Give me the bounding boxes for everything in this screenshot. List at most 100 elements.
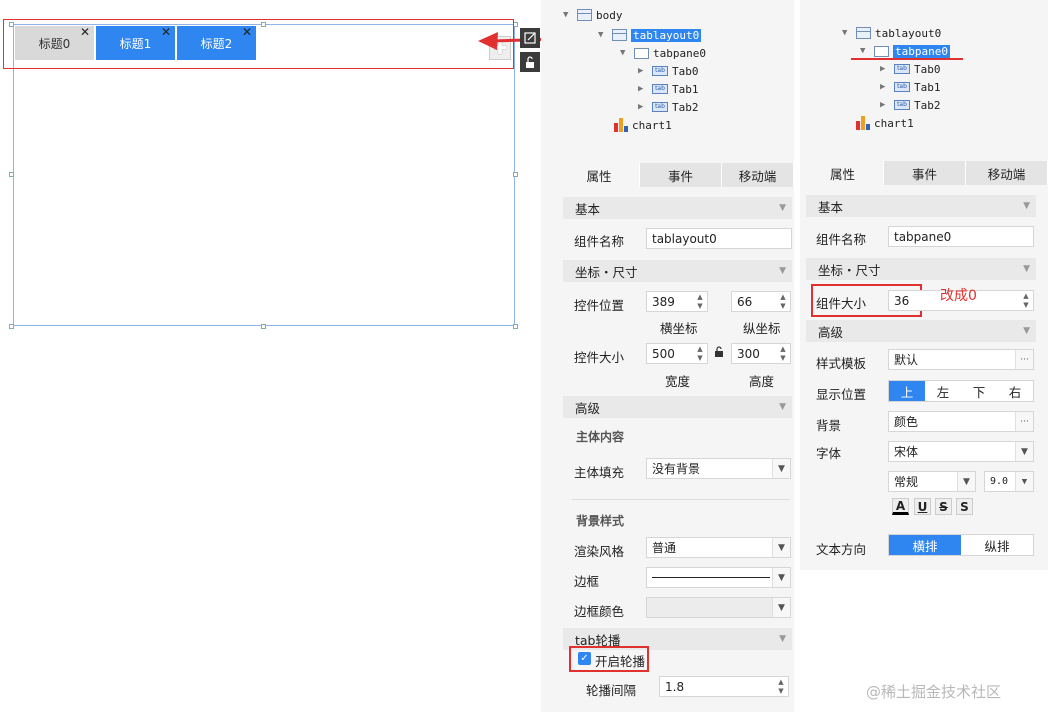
tab-properties[interactable]: 属性 xyxy=(802,161,884,185)
tab-properties[interactable]: 属性 xyxy=(559,163,640,187)
chevron-down-icon[interactable]: ▼ xyxy=(772,568,790,587)
chevron-down-icon[interactable]: ▼ xyxy=(1015,442,1033,461)
border-color-select[interactable]: ▼ xyxy=(646,597,791,618)
layout-icon xyxy=(612,29,627,41)
tree-item-tab1[interactable]: ▶ tab Tab1 xyxy=(638,81,699,97)
carousel-enable-label[interactable]: 开启轮播 xyxy=(595,651,645,670)
template-select[interactable]: 默认 ··· xyxy=(888,349,1034,370)
border-select[interactable]: ▼ xyxy=(646,567,791,588)
tree-item-tabpane0[interactable]: ▼ tabpane0 xyxy=(860,43,950,59)
chevron-down-icon[interactable]: ▼ xyxy=(772,598,790,617)
stepper-icon[interactable]: ▲ ▼ xyxy=(777,293,789,310)
tab-icon: tab xyxy=(652,102,668,112)
render-select[interactable]: 普通 ▼ xyxy=(646,537,791,558)
section-basic[interactable]: 基本 ▼ xyxy=(563,197,792,219)
display-bottom-option[interactable]: 下 xyxy=(961,381,997,401)
collapse-arrow-icon[interactable]: ▼ xyxy=(860,46,870,56)
expand-arrow-icon[interactable]: ▶ xyxy=(880,82,890,92)
tree-item-body[interactable]: ▼ body xyxy=(563,7,623,23)
chevron-down-icon[interactable]: ▼ xyxy=(772,538,790,557)
font-size-select[interactable]: 9.0 ▼ xyxy=(984,471,1034,492)
carousel-checkbox[interactable]: ✓ xyxy=(578,652,591,665)
value: 没有背景 xyxy=(652,462,701,476)
tree-item-tablayout0[interactable]: ▼ tablayout0 xyxy=(598,27,702,43)
size-label: 控件大小 xyxy=(574,350,625,365)
strikethrough-button[interactable]: S xyxy=(935,498,952,515)
tree-item-chart1[interactable]: chart1 xyxy=(614,117,672,133)
section-advanced[interactable]: 高级 ▼ xyxy=(563,396,792,418)
expand-arrow-icon[interactable]: ▶ xyxy=(880,64,890,74)
display-right-option[interactable]: 右 xyxy=(997,381,1033,401)
chevron-down-icon[interactable]: ▼ xyxy=(957,472,975,491)
resize-handle[interactable] xyxy=(261,324,266,329)
stepper-icon[interactable]: ▲ ▼ xyxy=(1020,292,1032,309)
tree-item-chart1[interactable]: chart1 xyxy=(856,115,914,131)
tree-item-tab1[interactable]: ▶ tab Tab1 xyxy=(880,79,941,95)
tab-events[interactable]: 事件 xyxy=(884,161,966,185)
height-input[interactable]: 300 ▲ ▼ xyxy=(731,343,791,364)
bg-select[interactable]: 颜色 ··· xyxy=(888,411,1034,432)
tab-mobile[interactable]: 移动端 xyxy=(966,161,1048,185)
value: 9.0 xyxy=(990,476,1009,487)
shadow-button[interactable]: S xyxy=(956,498,973,515)
component-name-input[interactable]: tabpane0 xyxy=(888,226,1034,247)
tree-item-tab2[interactable]: ▶ tab Tab2 xyxy=(638,99,699,115)
font-style-select[interactable]: 常规 ▼ xyxy=(888,471,976,492)
chevron-down-icon: ▼ xyxy=(779,402,786,412)
display-left-option[interactable]: 左 xyxy=(925,381,961,401)
tree-item-tab0[interactable]: ▶ tab Tab0 xyxy=(638,63,699,79)
component-name-input[interactable]: tablayout0 xyxy=(646,228,792,249)
vertical-option[interactable]: 纵排 xyxy=(961,535,1033,555)
resize-handle[interactable] xyxy=(513,324,518,329)
display-top-option[interactable]: 上 xyxy=(889,381,925,401)
underline-button[interactable]: U xyxy=(914,498,931,515)
section-coord[interactable]: 坐标・尺寸 ▼ xyxy=(563,260,792,282)
collapse-arrow-icon[interactable]: ▼ xyxy=(598,30,608,40)
stepper-icon[interactable]: ▲ ▼ xyxy=(694,345,706,362)
tree-item-tabpane0[interactable]: ▼ tabpane0 xyxy=(620,45,706,61)
stepper-icon[interactable]: ▲ ▼ xyxy=(694,293,706,310)
expand-arrow-icon[interactable]: ▶ xyxy=(638,84,648,94)
carousel-interval-input[interactable]: 1.8 ▲ ▼ xyxy=(659,676,789,697)
horizontal-option[interactable]: 横排 xyxy=(889,535,961,555)
expand-arrow-icon[interactable]: ▶ xyxy=(638,66,648,76)
font-family-select[interactable]: 宋体 ▼ xyxy=(888,441,1034,462)
section-coord[interactable]: 坐标・尺寸 ▼ xyxy=(806,258,1036,280)
resize-handle[interactable] xyxy=(9,172,14,177)
expand-arrow-icon[interactable]: ▶ xyxy=(638,102,648,112)
tree-label: tabpane0 xyxy=(653,46,706,60)
resize-handle[interactable] xyxy=(513,172,518,177)
stepper-icon[interactable]: ▲ ▼ xyxy=(775,678,787,695)
width-input[interactable]: 500 ▲ ▼ xyxy=(646,343,708,364)
border-color-label: 边框颜色 xyxy=(574,604,625,619)
lock-tool-button[interactable] xyxy=(520,52,540,72)
tab-mobile[interactable]: 移动端 xyxy=(722,163,794,187)
tabpane-underline xyxy=(851,58,963,60)
tree-item-tab0[interactable]: ▶ tab Tab0 xyxy=(880,61,941,77)
section-advanced[interactable]: 高级 ▼ xyxy=(806,320,1036,342)
tab-events[interactable]: 事件 xyxy=(640,163,722,187)
pos-y-input[interactable]: 66 ▲ ▼ xyxy=(731,291,791,312)
tab-layout-frame[interactable] xyxy=(13,24,515,326)
collapse-arrow-icon[interactable]: ▼ xyxy=(620,48,630,58)
tab-icon: tab xyxy=(894,64,910,74)
tree-label: Tab2 xyxy=(914,98,941,112)
stepper-icon[interactable]: ▲ ▼ xyxy=(777,345,789,362)
more-icon[interactable]: ··· xyxy=(1015,412,1033,431)
aspect-lock-icon[interactable] xyxy=(714,346,724,358)
resize-handle[interactable] xyxy=(9,324,14,329)
edit-tool-button[interactable] xyxy=(520,28,540,48)
tree-item-tab2[interactable]: ▶ tab Tab2 xyxy=(880,97,941,113)
chevron-down-icon[interactable]: ▼ xyxy=(1015,472,1033,491)
collapse-arrow-icon[interactable]: ▼ xyxy=(563,10,573,20)
section-basic[interactable]: 基本 ▼ xyxy=(806,195,1036,217)
chevron-down-icon[interactable]: ▼ xyxy=(772,459,790,478)
body-fill-select[interactable]: 没有背景 ▼ xyxy=(646,458,791,479)
tree-item-tablayout0[interactable]: ▼ tablayout0 xyxy=(842,25,941,41)
font-color-button[interactable]: A xyxy=(892,498,909,515)
collapse-arrow-icon[interactable]: ▼ xyxy=(842,28,852,38)
value: 宋体 xyxy=(894,445,919,459)
expand-arrow-icon[interactable]: ▶ xyxy=(880,100,890,110)
more-icon[interactable]: ··· xyxy=(1015,350,1033,369)
pos-x-input[interactable]: 389 ▲ ▼ xyxy=(646,291,708,312)
